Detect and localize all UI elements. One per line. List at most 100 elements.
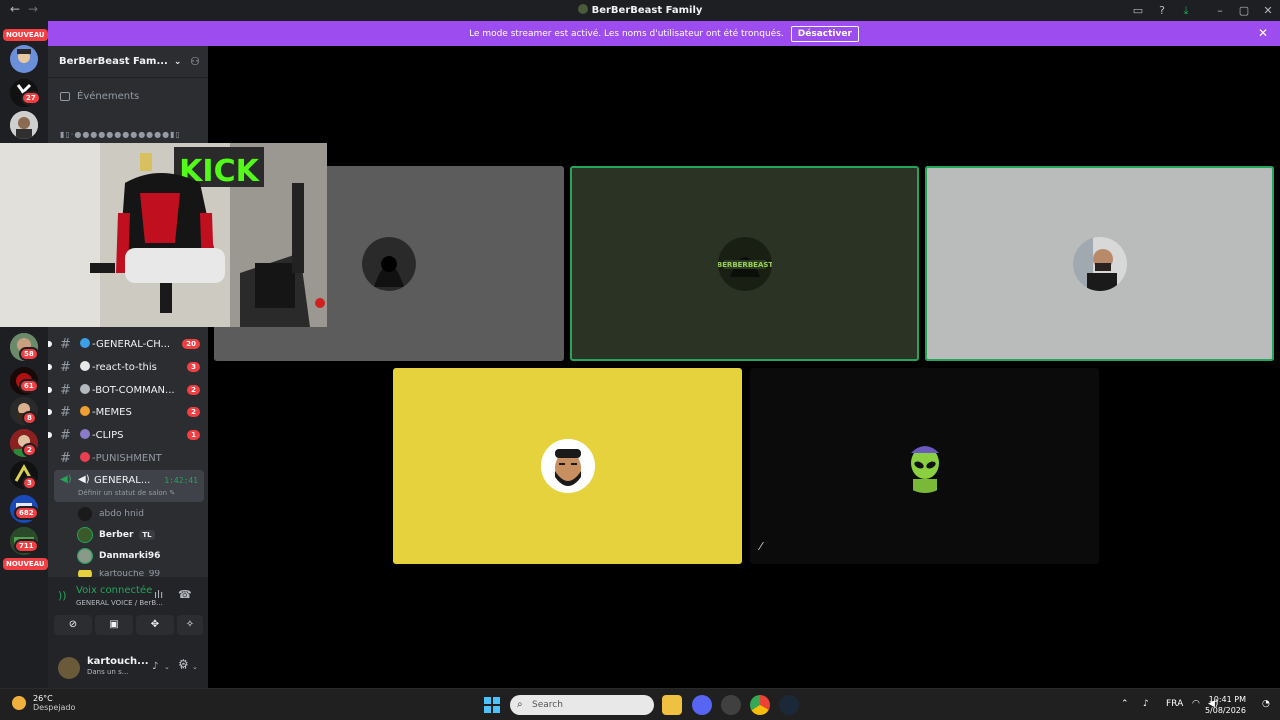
disconnect-icon[interactable]: ☎ [178, 588, 192, 601]
channel-emoji-icon [80, 338, 90, 348]
events-label: Événements [77, 91, 140, 102]
channel-name: -react-to-this [92, 362, 157, 373]
moon-icon [12, 696, 26, 710]
notification-bell-icon[interactable]: ◔ [1262, 699, 1270, 709]
channel-status-link[interactable]: Définir un statut de salon ✎ [78, 489, 175, 497]
voice-channel-path[interactable]: GENERAL VOICE / BerB... [76, 599, 163, 607]
chevron-down-icon[interactable]: ⌄ [164, 663, 170, 671]
close-window-icon[interactable]: ✕ [1256, 4, 1280, 17]
channel-name: -GENERAL-CH... [92, 339, 171, 350]
server-icon[interactable] [10, 111, 38, 139]
minimize-icon[interactable]: – [1208, 4, 1232, 17]
deafened-icon: ⁄ [760, 540, 762, 553]
participant-tile-alien[interactable]: ⁄ [750, 368, 1099, 564]
microphone-tray-icon[interactable]: ♪ [1143, 699, 1149, 709]
channel-bot-commands[interactable]: # -BOT-COMMAN... 2 [48, 380, 204, 400]
channel-memes[interactable]: # -MEMES 2 [48, 402, 204, 422]
voice-timer: 1:42:41 [164, 476, 198, 485]
unread-count: 2 [187, 385, 200, 395]
avatar[interactable] [58, 657, 80, 679]
window-title-text: BerBerBeast Family [591, 5, 703, 16]
chevron-down-icon[interactable]: ⌄ [192, 663, 198, 671]
new-badge: NOUVEAU [3, 558, 48, 570]
inbox-icon[interactable]: ▭ [1126, 4, 1150, 17]
taskbar-search[interactable]: ⌕ Search [510, 695, 654, 715]
camera-off-button[interactable]: ⊘ [54, 615, 92, 635]
weather-widget[interactable]: 26°C Despejado [12, 694, 75, 712]
microphone-icon[interactable]: ♪ [152, 661, 158, 672]
user-name: kartouch... [87, 656, 149, 667]
streamer-mode-banner: Le mode streamer est activé. Les noms d'… [48, 21, 1280, 46]
maximize-icon[interactable]: ▢ [1232, 4, 1256, 17]
voice-user[interactable]: Danmarki96 [77, 548, 160, 564]
user-status: Dans un s... [87, 668, 129, 676]
hash-icon: # [60, 450, 71, 466]
channel-react-to-this[interactable]: # -react-to-this 3 [48, 357, 204, 377]
voice-user[interactable]: kartouche_99 [78, 570, 160, 577]
channel-emoji-icon [80, 452, 90, 462]
participant-tile-cartoon[interactable] [393, 368, 742, 564]
mention-badge: 8 [22, 411, 37, 425]
screen-share-button[interactable]: ▣ [95, 615, 133, 635]
activities-button[interactable]: ✥ [136, 615, 174, 635]
unread-count: 1 [187, 430, 200, 440]
events-item[interactable]: Événements [60, 91, 139, 102]
volume-icon: ◀) [78, 474, 90, 485]
unread-indicator [48, 432, 52, 438]
file-explorer-icon[interactable] [662, 695, 682, 715]
system-clock[interactable]: 10:41 PM 5/08/2026 [1205, 694, 1246, 716]
channel-name: -CLIPS [92, 430, 124, 441]
discord-icon[interactable] [692, 695, 712, 715]
help-icon[interactable]: ? [1150, 4, 1174, 17]
settings-gear-icon[interactable]: ⚙ [178, 657, 189, 671]
window-titlebar: ← → BerBerBeast Family ▭ ? ⤓ – ▢ ✕ [0, 0, 1280, 21]
server-icon[interactable] [10, 45, 38, 73]
hash-icon: # [60, 336, 71, 352]
steam-icon[interactable] [779, 695, 799, 715]
noise-suppression-icon[interactable]: ılı [154, 588, 163, 601]
connection-signal-icon[interactable]: )) [58, 589, 67, 602]
add-user-icon[interactable]: ⚇ [190, 55, 200, 68]
close-icon[interactable]: ✕ [1258, 26, 1268, 40]
hash-icon: # [60, 382, 71, 398]
avatar [78, 507, 92, 521]
avatar [77, 527, 93, 543]
obs-icon[interactable] [721, 695, 741, 715]
voice-user[interactable]: Berber TL [77, 527, 155, 543]
soundboard-button[interactable]: ✧ [177, 615, 203, 635]
disable-streamer-button[interactable]: Désactiver [790, 25, 859, 42]
voice-stage: BERBERBEAST ⁄ [208, 46, 1280, 688]
voice-connected-status: Voix connectée [76, 585, 153, 596]
chrome-icon[interactable] [750, 695, 770, 715]
channel-emoji-icon [80, 361, 90, 371]
mention-badge: 711 [14, 539, 39, 553]
bearded-man-photo-icon [1072, 236, 1127, 291]
new-badge: NOUVEAU [3, 29, 48, 41]
participant-tile-berberbeast[interactable]: BERBERBEAST [570, 166, 919, 361]
weather-condition: Despejado [33, 703, 76, 712]
server-avatar-icon [10, 111, 38, 139]
windows-start-icon[interactable] [484, 697, 500, 713]
channel-emoji-icon [80, 406, 90, 416]
unread-indicator [48, 364, 52, 370]
voice-channel-general[interactable]: ◀) ◀) GENERAL... 1:42:41 Définir un stat… [54, 470, 204, 502]
mention-badge: 3 [22, 476, 37, 490]
channel-general-chat[interactable]: # -GENERAL-CH... 20 [48, 334, 204, 354]
voice-user-name: kartouche_99 [99, 570, 161, 577]
voice-user[interactable]: abdo hnid [78, 507, 144, 521]
titlebar-controls: ▭ ? ⤓ – ▢ ✕ [1126, 0, 1280, 21]
category-header[interactable]: ▮▯·●●●●●●●●●●●●▮▯ [60, 130, 181, 139]
server-name: BerBerBeast Fam... [59, 56, 168, 67]
voice-connection-panel: )) Voix connectée GENERAL VOICE / BerB..… [48, 577, 208, 688]
channel-clips[interactable]: # -CLIPS 1 [48, 425, 204, 445]
wifi-icon[interactable]: ◠ [1192, 699, 1200, 709]
hooded-figure-icon [362, 236, 416, 291]
channel-punishment[interactable]: # -PUNISHMENT [54, 448, 204, 468]
language-indicator[interactable]: FRA [1166, 699, 1183, 709]
server-list: NOUVEAU 27 58 61 8 2 3 682 711 NOUVEAU [0, 21, 48, 688]
download-icon[interactable]: ⤓ [1174, 4, 1198, 18]
clock-time: 10:41 PM [1208, 695, 1246, 704]
chevron-up-icon[interactable]: ⌃ [1121, 699, 1129, 709]
server-header[interactable]: BerBerBeast Fam... ⌄ ⚇ [48, 46, 208, 78]
participant-tile-bearded[interactable] [925, 166, 1274, 361]
